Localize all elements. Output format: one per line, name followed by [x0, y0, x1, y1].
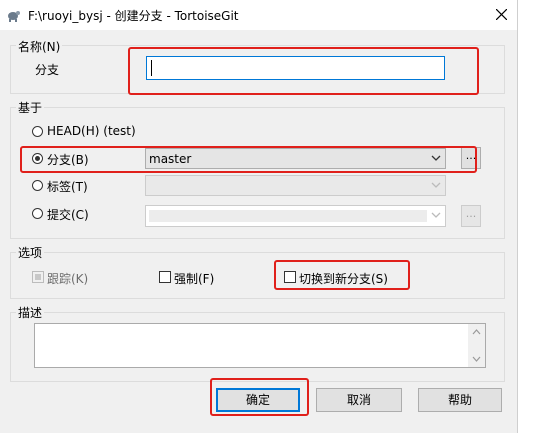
cancel-button[interactable]: 取消	[316, 388, 402, 412]
commit-combo-field	[149, 210, 427, 222]
chevron-down-icon	[431, 155, 441, 161]
name-group-title: 名称(N)	[16, 38, 63, 55]
tag-radio[interactable]	[32, 180, 43, 191]
track-checkbox[interactable]	[32, 271, 44, 283]
create-branch-dialog: F:\ruoyi_bysj - 创建分支 - TortoiseGit 名称(N)…	[0, 0, 518, 433]
options-group-title: 选项	[16, 244, 45, 261]
chevron-down-icon	[431, 212, 441, 218]
head-radio-label[interactable]: HEAD(H) (test)	[47, 124, 136, 138]
help-button[interactable]: 帮助	[418, 388, 502, 412]
description-textarea[interactable]	[34, 323, 486, 368]
branch-combo[interactable]: master	[145, 148, 446, 169]
commit-combo[interactable]	[145, 205, 446, 227]
tag-combo[interactable]	[145, 175, 446, 196]
checkbox-indeterminate-fill	[35, 274, 41, 280]
chevron-down-icon	[431, 182, 441, 188]
branch-name-label: 分支	[35, 63, 60, 77]
description-group-title: 描述	[16, 304, 45, 321]
tag-radio-label[interactable]: 标签(T)	[47, 178, 88, 195]
commit-browse-button[interactable]: ...	[461, 205, 481, 227]
force-checkbox-label[interactable]: 强制(F)	[174, 270, 214, 287]
ok-button[interactable]: 确定	[216, 388, 300, 412]
switch-branch-checkbox-label[interactable]: 切换到新分支(S)	[299, 270, 388, 287]
switch-branch-checkbox[interactable]	[284, 271, 296, 283]
description-scrollbar[interactable]	[468, 324, 485, 367]
close-icon	[496, 9, 507, 20]
close-button[interactable]	[487, 0, 517, 30]
force-checkbox[interactable]	[159, 271, 171, 283]
scroll-down-icon	[472, 356, 481, 362]
branch-radio[interactable]	[32, 153, 43, 164]
title-bar: F:\ruoyi_bysj - 创建分支 - TortoiseGit	[0, 0, 517, 30]
head-radio[interactable]	[32, 126, 43, 137]
branch-radio-label[interactable]: 分支(B)	[47, 151, 89, 168]
tortoisegit-icon	[8, 11, 20, 22]
branch-combo-value: master	[149, 152, 192, 166]
track-checkbox-label[interactable]: 跟踪(K)	[47, 270, 88, 287]
commit-radio[interactable]	[32, 208, 43, 219]
window-title: F:\ruoyi_bysj - 创建分支 - TortoiseGit	[28, 9, 239, 23]
text-caret	[151, 60, 152, 76]
branch-browse-button[interactable]: ...	[461, 147, 481, 169]
commit-radio-label[interactable]: 提交(C)	[47, 206, 89, 223]
scroll-up-icon	[472, 329, 481, 335]
base-group-title: 基于	[16, 99, 45, 116]
branch-name-input[interactable]	[146, 56, 445, 80]
radio-selected-dot	[35, 156, 40, 161]
